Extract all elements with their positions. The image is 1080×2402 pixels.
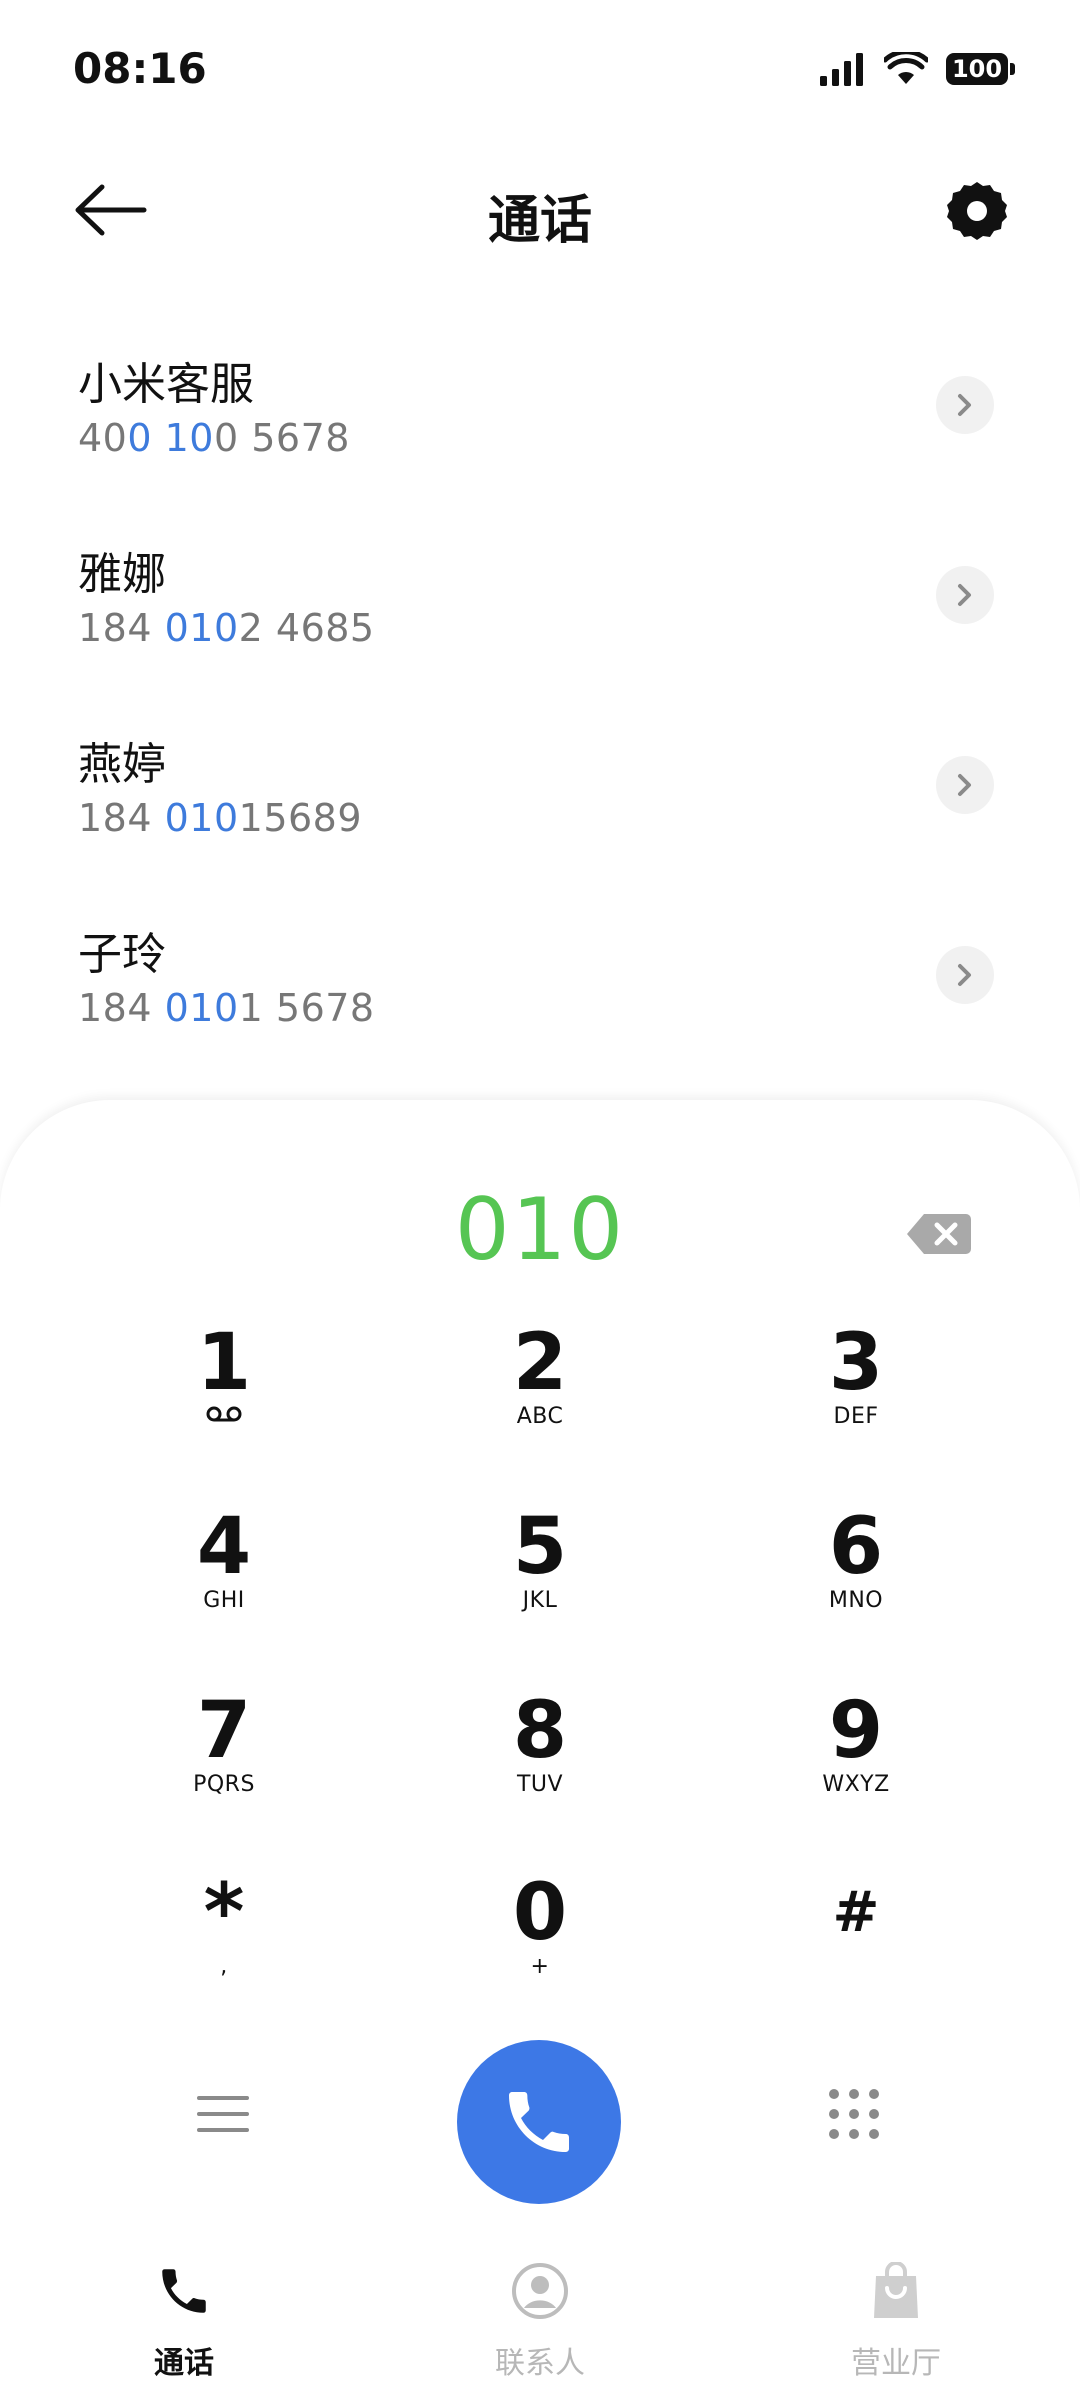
phone-icon [84, 2258, 284, 2324]
key-9[interactable]: 9 WXYZ [746, 1686, 966, 1836]
hamburger-menu-icon [197, 2096, 249, 2132]
contact-name: 燕婷 [78, 739, 166, 790]
phone-icon [509, 2092, 569, 2152]
call-button[interactable] [457, 2040, 621, 2204]
tab-label: 营业厅 [851, 2346, 941, 2381]
battery-indicator: 100 [946, 53, 1015, 85]
tab-label: 通话 [154, 2346, 214, 2381]
page-title: 通话 [487, 191, 592, 251]
chevron-right-icon [958, 964, 971, 986]
signal-icon [820, 53, 863, 86]
key-0[interactable]: 0 + [430, 1868, 650, 2018]
key-hash[interactable]: # [746, 1868, 966, 2018]
contact-detail-button[interactable] [936, 946, 994, 1004]
key-2[interactable]: 2 ABC [430, 1318, 650, 1468]
contact-number: 184 01015689 [78, 796, 363, 840]
menu-button[interactable] [196, 2092, 250, 2136]
chevron-right-icon [958, 584, 971, 606]
contact-name: 雅娜 [78, 549, 166, 600]
wifi-icon [884, 52, 928, 84]
shopping-bag-icon [796, 2258, 996, 2324]
status-icons: 100 [818, 52, 1015, 86]
key-8[interactable]: 8 TUV [430, 1686, 650, 1836]
contact-number: 184 0102 4685 [78, 606, 375, 650]
key-1[interactable]: 1 [114, 1318, 334, 1468]
gear-icon [947, 182, 1007, 240]
contact-detail-button[interactable] [936, 756, 994, 814]
contact-name: 小米客服 [78, 359, 254, 410]
contact-row[interactable]: 小米客服 400 100 5678 [0, 318, 1080, 508]
contact-row[interactable]: 雅娜 184 0102 4685 [0, 508, 1080, 698]
contact-number: 184 0101 5678 [78, 986, 375, 1030]
key-3[interactable]: 3 DEF [746, 1318, 966, 1468]
contact-detail-button[interactable] [936, 566, 994, 624]
tab-label: 联系人 [495, 2346, 585, 2381]
tab-calls[interactable]: 通话 [84, 2258, 284, 2382]
dialpad-toggle-button[interactable] [826, 2086, 882, 2142]
key-4[interactable]: 4 GHI [114, 1502, 334, 1652]
dialpad-grid-icon [829, 2089, 879, 2139]
key-star[interactable]: *, [114, 1868, 334, 2018]
tab-business-hall[interactable]: 营业厅 [796, 2258, 996, 2382]
contact-row[interactable]: 子玲 184 0101 5678 [0, 888, 1080, 1078]
contact-row[interactable]: 燕婷 184 01015689 [0, 698, 1080, 888]
backspace-button[interactable] [906, 1212, 972, 1256]
key-6[interactable]: 6 MNO [746, 1502, 966, 1652]
person-icon [440, 2258, 640, 2324]
voicemail-icon [114, 1404, 334, 1430]
key-5[interactable]: 5 JKL [430, 1502, 650, 1652]
key-7[interactable]: 7 PQRS [114, 1686, 334, 1836]
chevron-right-icon [958, 394, 971, 416]
chevron-right-icon [958, 774, 971, 796]
contact-detail-button[interactable] [936, 376, 994, 434]
status-time: 08:16 [73, 44, 207, 93]
contact-name: 子玲 [78, 929, 166, 980]
settings-button[interactable] [946, 180, 1008, 242]
bottom-nav: 通话 联系人 营业厅 [0, 2220, 1080, 2402]
backspace-icon [907, 1214, 971, 1254]
tab-contacts[interactable]: 联系人 [440, 2258, 640, 2382]
contact-number: 400 100 5678 [78, 416, 350, 460]
